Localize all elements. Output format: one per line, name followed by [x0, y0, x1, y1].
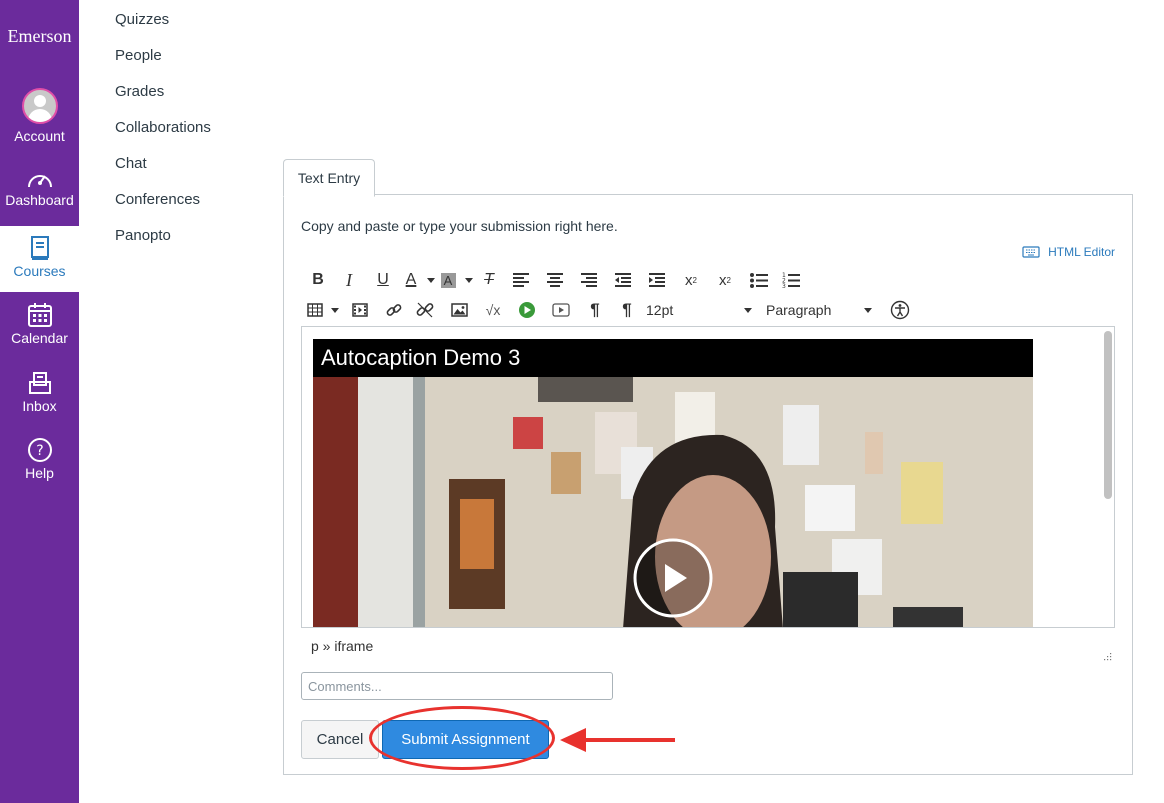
- nav-courses-label: Courses: [13, 263, 66, 279]
- nav-help[interactable]: ? Help: [0, 437, 79, 481]
- font-size-select[interactable]: 12pt: [646, 302, 752, 318]
- subscript-icon[interactable]: x2: [708, 268, 742, 292]
- video-title: Autocaption Demo 3: [313, 339, 1033, 377]
- help-icon: ?: [27, 438, 52, 462]
- annotation-arrow-icon: [560, 728, 675, 752]
- align-left-icon[interactable]: [504, 268, 538, 292]
- course-nav-panopto[interactable]: Panopto: [115, 226, 211, 262]
- bold-icon[interactable]: B: [304, 268, 332, 292]
- course-nav-quizzes[interactable]: Quizzes: [115, 10, 211, 46]
- html-editor-link[interactable]: HTML Editor: [1022, 245, 1115, 259]
- ltr-icon[interactable]: ¶: [578, 298, 612, 322]
- video-embed-icon[interactable]: [544, 298, 578, 322]
- block-format-value: Paragraph: [766, 302, 832, 318]
- align-right-icon[interactable]: [572, 268, 606, 292]
- nav-account[interactable]: Account: [0, 88, 79, 144]
- outdent-icon[interactable]: [606, 268, 640, 292]
- nav-calendar[interactable]: Calendar: [0, 302, 79, 346]
- nav-dashboard-label: Dashboard: [5, 192, 74, 208]
- keyboard-icon: [1022, 246, 1040, 258]
- bullet-list-icon[interactable]: [742, 268, 776, 292]
- embedded-video[interactable]: Autocaption Demo 3: [313, 339, 1033, 627]
- font-size-dropdown-icon: [744, 307, 752, 313]
- comments-field[interactable]: [301, 672, 613, 700]
- link-icon[interactable]: [380, 298, 408, 322]
- underline-icon[interactable]: U: [366, 268, 400, 292]
- font-size-value: 12pt: [646, 302, 674, 318]
- panopto-icon[interactable]: [510, 298, 544, 322]
- equation-icon[interactable]: √x: [476, 298, 510, 322]
- editor-toolbar-row-2: √x ¶ ¶ 12pt Paragraph: [304, 297, 918, 323]
- nav-courses[interactable]: Courses: [0, 226, 79, 292]
- resize-handle-icon[interactable]: [1102, 651, 1112, 661]
- nav-inbox-label: Inbox: [22, 398, 57, 414]
- brand-logo[interactable]: Emerson: [0, 26, 79, 47]
- numbered-list-icon[interactable]: 123: [776, 268, 806, 292]
- calendar-icon: [27, 303, 52, 327]
- block-format-dropdown-icon: [864, 307, 872, 313]
- nav-inbox[interactable]: Inbox: [0, 370, 79, 414]
- instructions-text: Copy and paste or type your submission r…: [301, 218, 618, 234]
- superscript-icon[interactable]: x2: [674, 268, 708, 292]
- background-color-dropdown-icon[interactable]: [460, 268, 474, 292]
- indent-icon[interactable]: [640, 268, 674, 292]
- table-icon[interactable]: [304, 298, 326, 322]
- rtl-icon[interactable]: ¶: [612, 298, 642, 322]
- unlink-icon[interactable]: [408, 298, 442, 322]
- accessibility-checker-icon[interactable]: [882, 298, 918, 322]
- cancel-button[interactable]: Cancel: [301, 720, 379, 759]
- tab-text-entry[interactable]: Text Entry: [283, 159, 375, 197]
- nav-calendar-label: Calendar: [11, 330, 68, 346]
- editor-scrollbar[interactable]: [1104, 331, 1112, 499]
- background-color-icon[interactable]: A: [436, 268, 460, 292]
- rich-content-editor[interactable]: Autocaption Demo 3: [301, 326, 1115, 628]
- media-icon[interactable]: [340, 298, 380, 322]
- nav-dashboard[interactable]: Dashboard: [0, 168, 79, 208]
- course-nav-chat[interactable]: Chat: [115, 154, 211, 190]
- text-color-icon[interactable]: A: [400, 268, 422, 292]
- text-color-dropdown-icon[interactable]: [422, 268, 436, 292]
- course-nav-collaborations[interactable]: Collaborations: [115, 118, 211, 154]
- svg-text:3: 3: [782, 283, 786, 288]
- align-center-icon[interactable]: [538, 268, 572, 292]
- italic-icon[interactable]: I: [332, 268, 366, 292]
- block-format-select[interactable]: Paragraph: [766, 302, 872, 318]
- nav-account-label: Account: [14, 128, 65, 144]
- course-nav-conferences[interactable]: Conferences: [115, 190, 211, 226]
- play-icon[interactable]: [632, 537, 714, 619]
- course-nav-grades[interactable]: Grades: [115, 82, 211, 118]
- submit-assignment-button[interactable]: Submit Assignment: [382, 720, 549, 759]
- image-icon[interactable]: [442, 298, 476, 322]
- course-nav-people[interactable]: People: [115, 46, 211, 82]
- table-dropdown-icon[interactable]: [326, 298, 340, 322]
- speedometer-icon: [27, 175, 52, 188]
- editor-toolbar-row-1: B I U A A T x2 x2 123: [304, 267, 806, 293]
- avatar-icon: [21, 88, 58, 124]
- html-editor-label: HTML Editor: [1048, 245, 1115, 259]
- global-nav: Emerson Account Dashboard Courses Calend: [0, 0, 79, 803]
- nav-help-label: Help: [25, 465, 54, 481]
- course-nav: Quizzes People Grades Collaborations Cha…: [115, 10, 211, 262]
- book-icon: [30, 236, 49, 260]
- inbox-icon: [28, 372, 51, 394]
- svg-text:?: ?: [36, 443, 43, 459]
- element-path: p » iframe: [311, 638, 374, 654]
- clear-formatting-icon[interactable]: T: [474, 268, 504, 292]
